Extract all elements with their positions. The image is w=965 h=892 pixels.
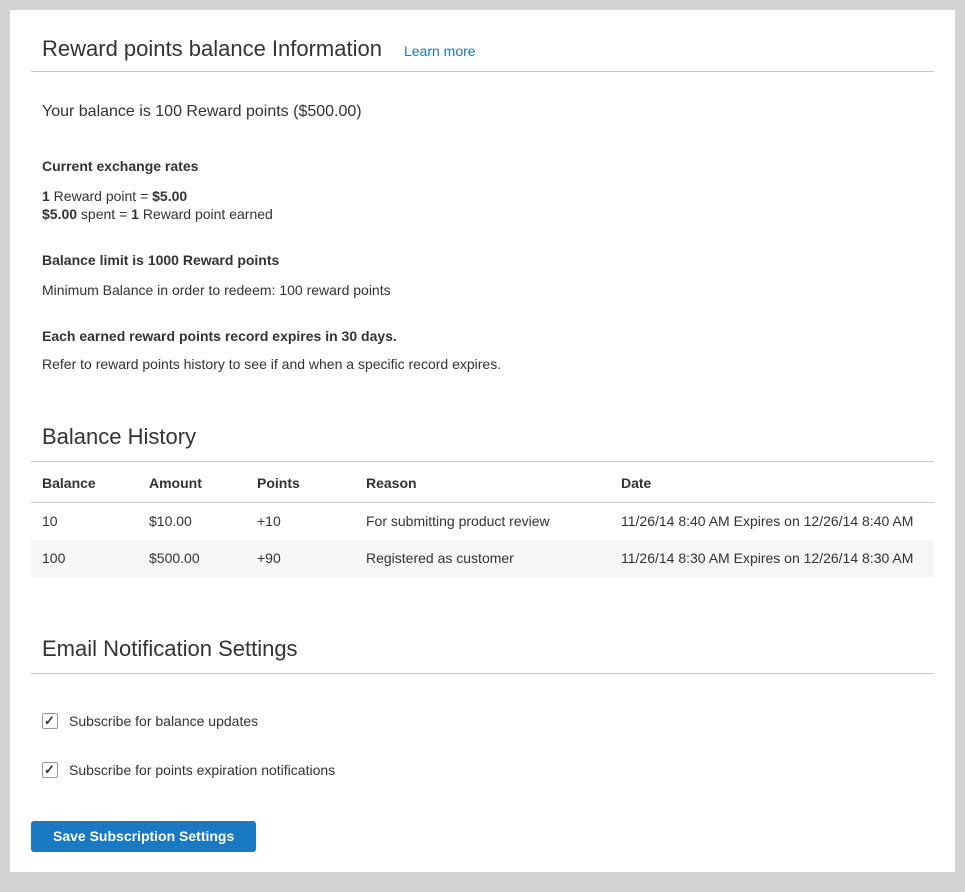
- points-expiration-checkbox[interactable]: [42, 762, 58, 778]
- column-header-balance: Balance: [31, 462, 138, 503]
- exchange-rates-heading: Current exchange rates: [31, 157, 934, 175]
- column-header-amount: Amount: [138, 462, 246, 503]
- exchange-rate-lines: 1 Reward point = $5.00 $5.00 spent = 1 R…: [31, 187, 934, 223]
- expiry-note-text: Refer to reward points history to see if…: [31, 355, 934, 373]
- save-subscription-settings-button[interactable]: Save Subscription Settings: [31, 821, 256, 852]
- cell-points: +90: [246, 540, 355, 577]
- cell-balance: 100: [31, 540, 138, 577]
- expiry-rule-heading: Each earned reward points record expires…: [31, 327, 934, 345]
- cell-date: 11/26/14 8:40 AM Expires on 12/26/14 8:4…: [610, 503, 934, 541]
- balance-limit-heading: Balance limit is 1000 Reward points: [31, 251, 934, 269]
- reward-points-card: Reward points balance Information Learn …: [10, 10, 955, 872]
- page-title: Reward points balance Information: [42, 35, 382, 63]
- rate2-text: spent =: [77, 206, 131, 222]
- table-row: 100 $500.00 +90 Registered as customer 1…: [31, 540, 934, 577]
- points-expiration-label: Subscribe for points expiration notifica…: [69, 761, 335, 779]
- rate1-value: $5.00: [152, 188, 187, 204]
- balance-history-table: Balance Amount Points Reason Date 10 $10…: [31, 462, 934, 577]
- learn-more-link[interactable]: Learn more: [404, 43, 476, 59]
- column-header-date: Date: [610, 462, 934, 503]
- cell-balance: 10: [31, 503, 138, 541]
- rate1-points: 1: [42, 188, 50, 204]
- cell-reason: For submitting product review: [355, 503, 610, 541]
- column-header-reason: Reason: [355, 462, 610, 503]
- balance-updates-checkbox[interactable]: [42, 713, 58, 729]
- minimum-balance-text: Minimum Balance in order to redeem: 100 …: [31, 281, 934, 299]
- column-header-points: Points: [246, 462, 355, 503]
- cell-reason: Registered as customer: [355, 540, 610, 577]
- subscribe-expiration-notifications-option: Subscribe for points expiration notifica…: [31, 761, 934, 779]
- email-notification-settings-heading: Email Notification Settings: [31, 635, 934, 674]
- table-row: 10 $10.00 +10 For submitting product rev…: [31, 503, 934, 541]
- balance-history-heading: Balance History: [31, 423, 934, 462]
- rate1-text: Reward point =: [50, 188, 152, 204]
- page-header: Reward points balance Information Learn …: [31, 35, 934, 72]
- cell-date: 11/26/14 8:30 AM Expires on 12/26/14 8:3…: [610, 540, 934, 577]
- rate2-text2: Reward point earned: [139, 206, 273, 222]
- cell-amount: $500.00: [138, 540, 246, 577]
- table-header-row: Balance Amount Points Reason Date: [31, 462, 934, 503]
- subscribe-balance-updates-option: Subscribe for balance updates: [31, 712, 934, 730]
- cell-amount: $10.00: [138, 503, 246, 541]
- exchange-rate-line-2: $5.00 spent = 1 Reward point earned: [42, 205, 934, 223]
- rate2-points: 1: [131, 206, 139, 222]
- balance-message: Your balance is 100 Reward points ($500.…: [31, 102, 934, 122]
- rate2-value: $5.00: [42, 206, 77, 222]
- balance-updates-label: Subscribe for balance updates: [69, 712, 258, 730]
- cell-points: +10: [246, 503, 355, 541]
- exchange-rate-line-1: 1 Reward point = $5.00: [42, 187, 934, 205]
